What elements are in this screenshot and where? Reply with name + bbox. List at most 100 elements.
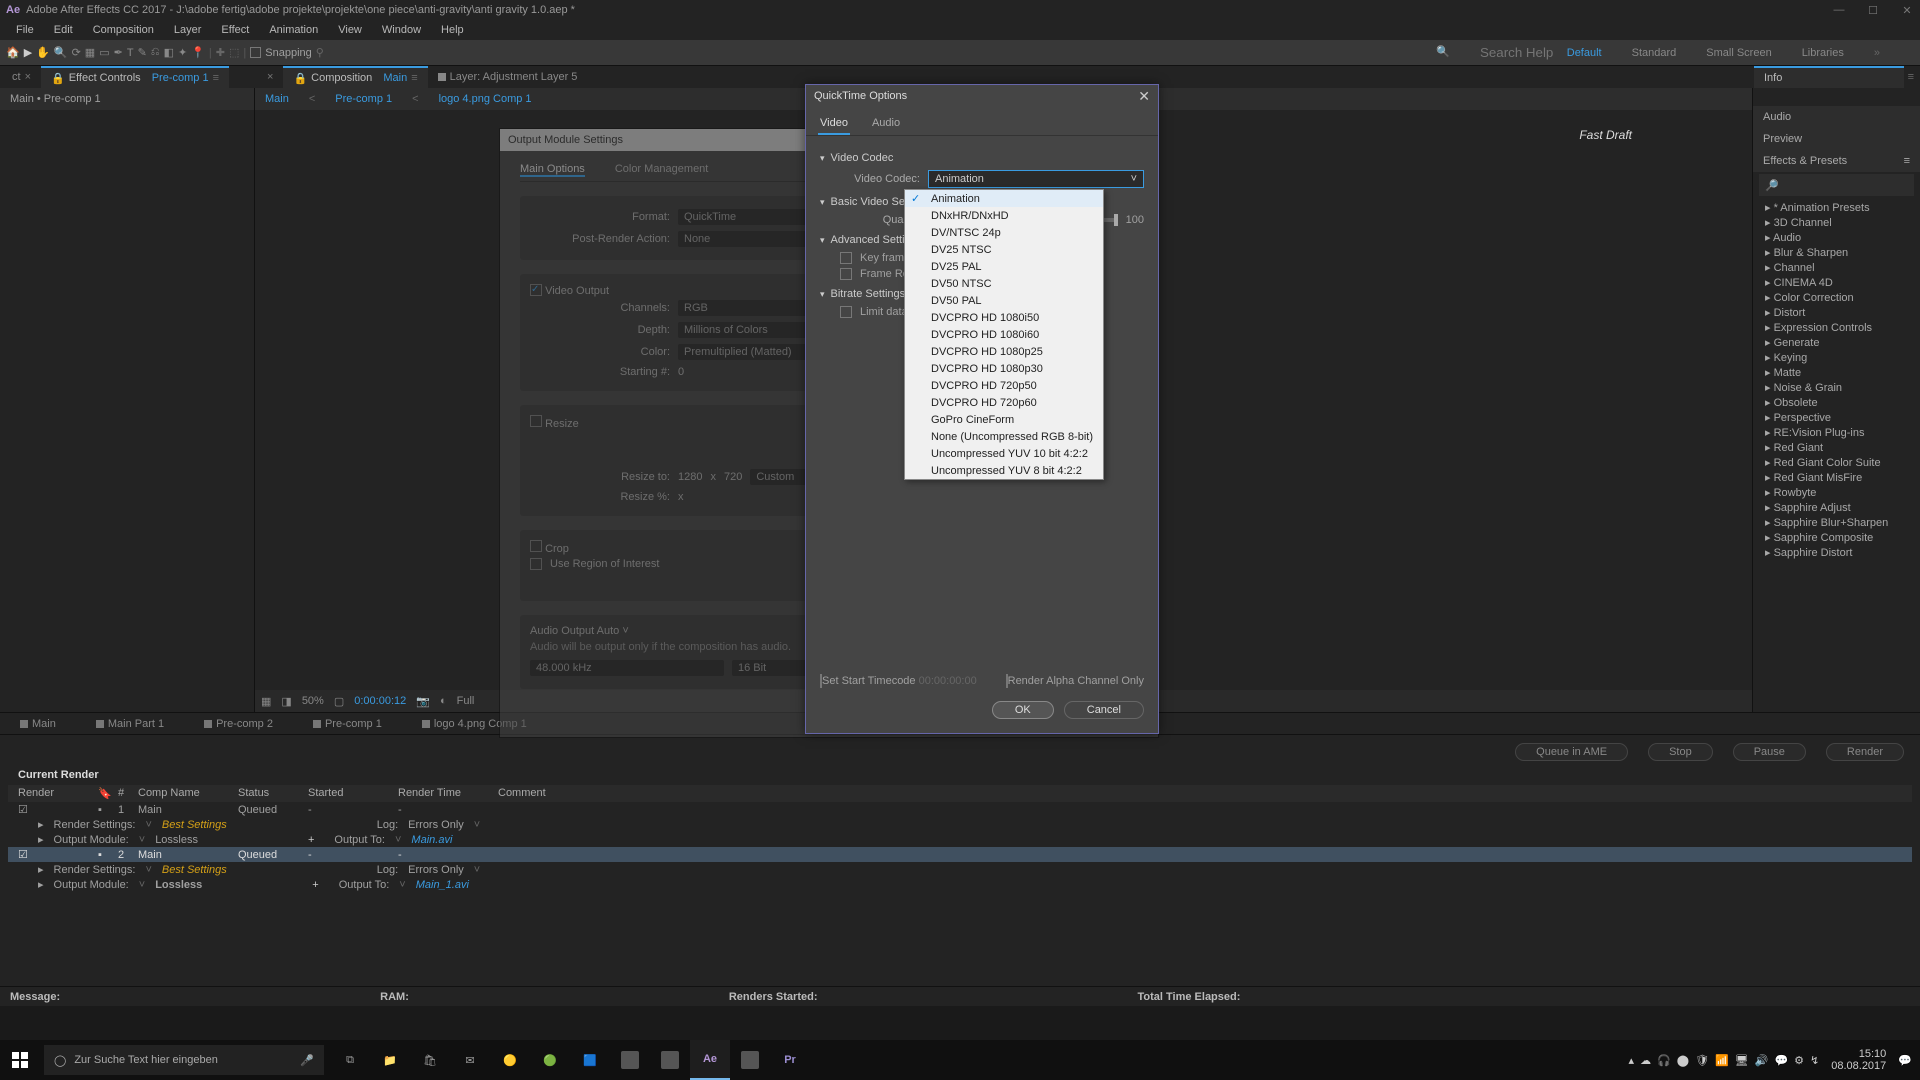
tray-icon[interactable]: ▴ bbox=[1629, 1054, 1635, 1067]
tab-precomp-1[interactable]: Pre-comp 1 bbox=[293, 718, 402, 730]
axis-icon[interactable]: ✚ bbox=[216, 46, 225, 59]
codec-option[interactable]: Uncompressed YUV 8 bit 4:2:2 bbox=[905, 462, 1103, 479]
puppet-tool-icon[interactable]: 📍 bbox=[191, 46, 205, 59]
snap-checkbox[interactable] bbox=[250, 47, 261, 58]
spotify-icon[interactable]: 🟢 bbox=[530, 1040, 570, 1080]
menu-composition[interactable]: Composition bbox=[83, 24, 164, 36]
res-full[interactable]: Full bbox=[457, 695, 475, 707]
limit-rate-checkbox[interactable] bbox=[840, 306, 852, 318]
effects-search[interactable]: 🔎 bbox=[1759, 174, 1914, 196]
render-button[interactable]: Render bbox=[1826, 743, 1904, 761]
lock-icon[interactable]: 🔒 bbox=[51, 72, 65, 85]
codec-option[interactable]: None (Uncompressed RGB 8-bit) bbox=[905, 428, 1103, 445]
codec-option[interactable]: DVCPRO HD 1080i50 bbox=[905, 309, 1103, 326]
menu-icon[interactable]: ≡ bbox=[411, 72, 417, 84]
crumb-logo[interactable]: logo 4.png Comp 1 bbox=[439, 93, 532, 105]
mask-icon[interactable]: ◨ bbox=[281, 695, 291, 708]
effect-category[interactable]: ▸ CINEMA 4D bbox=[1759, 275, 1914, 290]
roto-tool-icon[interactable]: ✦ bbox=[178, 46, 187, 59]
keyframe-checkbox[interactable] bbox=[840, 252, 852, 264]
tab-main[interactable]: Main bbox=[0, 718, 76, 730]
tab-effects-presets[interactable]: Effects & Presets≡ bbox=[1753, 150, 1920, 172]
mail-icon[interactable]: ✉ bbox=[450, 1040, 490, 1080]
clone-tool-icon[interactable]: ⎌ bbox=[151, 46, 160, 59]
effect-category[interactable]: ▸ Expression Controls bbox=[1759, 320, 1914, 335]
menu-file[interactable]: File bbox=[6, 24, 44, 36]
qt-tab-audio[interactable]: Audio bbox=[870, 113, 902, 135]
effect-category[interactable]: ▸ * Animation Presets bbox=[1759, 200, 1914, 215]
tab-layer[interactable]: Layer: Adjustment Layer 5 bbox=[428, 66, 588, 88]
codec-option[interactable]: DNxHR/DNxHD bbox=[905, 207, 1103, 224]
effect-category[interactable]: ▸ RE:Vision Plug-ins bbox=[1759, 425, 1914, 440]
notifications-icon[interactable]: 💬 bbox=[1898, 1054, 1912, 1067]
effect-category[interactable]: ▸ Channel bbox=[1759, 260, 1914, 275]
after-effects-icon[interactable]: Ae bbox=[690, 1040, 730, 1080]
workspace-more-icon[interactable]: » bbox=[1874, 47, 1880, 59]
crumb-main[interactable]: Main bbox=[265, 93, 289, 105]
tab-logo-comp[interactable]: logo 4.png Comp 1 bbox=[402, 718, 547, 730]
stop-button[interactable]: Stop bbox=[1648, 743, 1713, 761]
qt-titlebar[interactable]: QuickTime Options ✕ bbox=[806, 85, 1158, 107]
tray-icon[interactable]: ☁ bbox=[1640, 1054, 1651, 1067]
menu-layer[interactable]: Layer bbox=[164, 24, 212, 36]
effect-category[interactable]: ▸ Distort bbox=[1759, 305, 1914, 320]
effect-category[interactable]: ▸ Perspective bbox=[1759, 410, 1914, 425]
workspace-libraries[interactable]: Libraries bbox=[1802, 47, 1844, 59]
close-icon[interactable]: ✕ bbox=[1900, 4, 1914, 17]
taskbar-search[interactable]: ◯ Zur Suche Text hier eingeben 🎤 bbox=[44, 1045, 324, 1075]
snapshot-icon[interactable]: 📷 bbox=[416, 695, 430, 708]
brush-tool-icon[interactable]: ✎ bbox=[138, 46, 147, 59]
discord-icon[interactable]: 🟦 bbox=[570, 1040, 610, 1080]
effect-category[interactable]: ▸ 3D Channel bbox=[1759, 215, 1914, 230]
tray-icon[interactable]: 💬 bbox=[1774, 1054, 1788, 1067]
effect-category[interactable]: ▸ Red Giant Color Suite bbox=[1759, 455, 1914, 470]
selection-tool-icon[interactable]: ▶ bbox=[24, 46, 32, 59]
minimize-icon[interactable]: — bbox=[1832, 4, 1846, 17]
search-icon[interactable]: 🔍 bbox=[1436, 45, 1450, 61]
effect-category[interactable]: ▸ Sapphire Composite bbox=[1759, 530, 1914, 545]
crumb-precomp[interactable]: Pre-comp 1 bbox=[335, 93, 392, 105]
app-icon[interactable] bbox=[650, 1040, 690, 1080]
menu-effect[interactable]: Effect bbox=[211, 24, 259, 36]
codec-option[interactable]: DVCPRO HD 720p60 bbox=[905, 394, 1103, 411]
codec-option[interactable]: DV/NTSC 24p bbox=[905, 224, 1103, 241]
camera-tool-icon[interactable]: ▦ bbox=[85, 46, 95, 59]
pause-button[interactable]: Pause bbox=[1733, 743, 1806, 761]
store-icon[interactable]: 🛍 bbox=[410, 1040, 450, 1080]
search-help-input[interactable] bbox=[1480, 45, 1570, 61]
start-button[interactable] bbox=[0, 1040, 40, 1080]
menu-window[interactable]: Window bbox=[372, 24, 431, 36]
render-settings-link[interactable]: Best Settings bbox=[162, 864, 227, 876]
workspace-small-screen[interactable]: Small Screen bbox=[1706, 47, 1771, 59]
effect-category[interactable]: ▸ Noise & Grain bbox=[1759, 380, 1914, 395]
taskbar-clock[interactable]: 15:10 08.08.2017 bbox=[1825, 1048, 1892, 1072]
effect-category[interactable]: ▸ Audio bbox=[1759, 230, 1914, 245]
menu-animation[interactable]: Animation bbox=[259, 24, 328, 36]
timecode-value[interactable]: 0:00:00:12 bbox=[354, 695, 406, 707]
tab-close-tabs[interactable]: × bbox=[257, 66, 283, 88]
effect-category[interactable]: ▸ Red Giant bbox=[1759, 440, 1914, 455]
log-dropdown[interactable]: Errors Only bbox=[408, 864, 464, 876]
codec-option[interactable]: Animation bbox=[905, 190, 1103, 207]
menu-icon[interactable]: ≡ bbox=[213, 72, 219, 84]
tab-main-part-1[interactable]: Main Part 1 bbox=[76, 718, 184, 730]
menu-view[interactable]: View bbox=[328, 24, 372, 36]
panel-menu-icon[interactable]: ≡ bbox=[1904, 71, 1918, 83]
effect-category[interactable]: ▸ Color Correction bbox=[1759, 290, 1914, 305]
menu-help[interactable]: Help bbox=[431, 24, 474, 36]
add-output-icon[interactable]: + bbox=[308, 834, 314, 846]
codec-option[interactable]: DVCPRO HD 1080p30 bbox=[905, 360, 1103, 377]
chrome-icon[interactable]: 🟡 bbox=[490, 1040, 530, 1080]
tab-effect-controls[interactable]: 🔒 Effect Controls Pre-comp 1 ≡ bbox=[41, 66, 229, 88]
effect-category[interactable]: ▸ Blur & Sharpen bbox=[1759, 245, 1914, 260]
tray-icon[interactable]: 🔊 bbox=[1755, 1054, 1769, 1067]
codec-option[interactable]: DV25 NTSC bbox=[905, 241, 1103, 258]
premiere-icon[interactable]: Pr bbox=[770, 1040, 810, 1080]
codec-option[interactable]: DV50 NTSC bbox=[905, 275, 1103, 292]
codec-option[interactable]: Uncompressed YUV 10 bit 4:2:2 bbox=[905, 445, 1103, 462]
menu-edit[interactable]: Edit bbox=[44, 24, 83, 36]
tray-icon[interactable]: ⬤ bbox=[1677, 1054, 1689, 1067]
axis-icon-2[interactable]: ⬚ bbox=[229, 46, 239, 59]
close-icon[interactable]: × bbox=[267, 71, 273, 83]
codec-option[interactable]: DVCPRO HD 1080p25 bbox=[905, 343, 1103, 360]
